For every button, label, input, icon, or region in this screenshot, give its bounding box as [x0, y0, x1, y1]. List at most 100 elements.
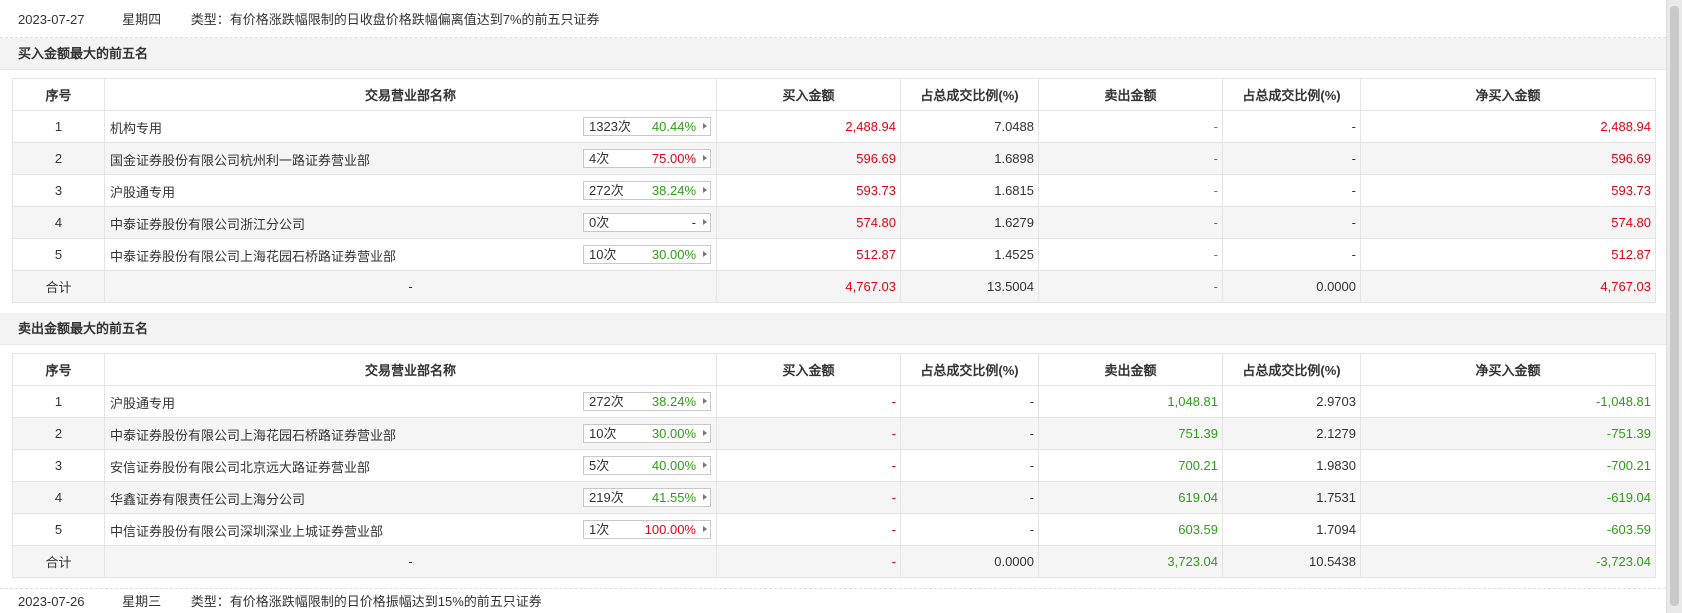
buy-amount: 2,488.94 [716, 110, 901, 143]
win-rate: 38.24% [651, 394, 696, 409]
sell-ratio: 1.7094 [1222, 513, 1361, 546]
net-buy-amount: 512.87 [1360, 238, 1656, 271]
branch-stats-button[interactable]: 1次 100.00% [583, 520, 711, 539]
col-branch-name: 交易营业部名称 [104, 78, 717, 111]
branch-stats-button[interactable]: 272次 38.24% [583, 392, 711, 411]
branch-name[interactable]: 国金证券股份有限公司杭州利一路证券营业部 [110, 150, 370, 169]
sell-ratio: 2.1279 [1222, 417, 1361, 450]
branch-name[interactable]: 沪股通专用 [110, 182, 175, 201]
win-rate: 100.00% [644, 522, 696, 537]
buy-amount: - [716, 417, 901, 450]
total-buy-amount: - [716, 545, 901, 578]
win-rate: 38.24% [651, 183, 696, 198]
listing-count: 272次 [589, 183, 624, 198]
branch-cell: 安信证券股份有限公司北京远大路证券营业部 5次 40.00% [104, 449, 717, 482]
row-index: 3 [12, 449, 105, 482]
sell-ratio: - [1222, 110, 1361, 143]
listing-count: 0次 [589, 215, 610, 230]
branch-name[interactable]: 中信证券股份有限公司深圳深业上城证券营业部 [110, 521, 383, 540]
branch-stats-button[interactable]: 272次 38.24% [583, 181, 711, 200]
sell-ratio: - [1222, 238, 1361, 271]
sell-amount: 700.21 [1038, 449, 1223, 482]
branch-stats-button[interactable]: 5次 40.00% [583, 456, 711, 475]
table-row: 4 中泰证券股份有限公司浙江分公司 0次 -574.80 1.6279- -574.80 [12, 206, 1656, 239]
sell-ratio: - [1222, 174, 1361, 207]
buy-ratio: 7.0488 [900, 110, 1039, 143]
total-label: 合计 [12, 545, 105, 578]
buy-ratio: - [900, 417, 1039, 450]
row-index: 4 [12, 206, 105, 239]
buy-amount: - [716, 513, 901, 546]
branch-cell: 中泰证券股份有限公司浙江分公司 0次 - [104, 206, 717, 239]
date-header: 2023-07-27 星期四 类型：有价格涨跌幅限制的日收盘价格跌幅偏离值达到7… [0, 0, 1666, 38]
branch-stats-button[interactable]: 10次 30.00% [583, 424, 711, 443]
branch-cell: 中泰证券股份有限公司上海花园石桥路证券营业部 10次 30.00% [104, 238, 717, 271]
branch-name[interactable]: 沪股通专用 [110, 393, 175, 412]
row-index: 1 [12, 385, 105, 418]
net-buy-amount: -751.39 [1360, 417, 1656, 450]
branch-stats-button[interactable]: 0次 - [583, 213, 711, 232]
listing-count: 5次 [589, 458, 610, 473]
branch-name[interactable]: 安信证券股份有限公司北京远大路证券营业部 [110, 457, 370, 476]
total-row: 合计 -4,767.03 13.5004-0.0000 4,767.03 [12, 270, 1656, 303]
vertical-scrollbar[interactable] [1666, 0, 1682, 613]
chevron-right-icon [703, 251, 707, 257]
row-index: 2 [12, 142, 105, 175]
row-index: 5 [12, 238, 105, 271]
net-buy-amount: -603.59 [1360, 513, 1656, 546]
col-buy-amount: 买入金额 [716, 78, 901, 111]
listing-count: 1次 [589, 522, 610, 537]
net-buy-amount: 596.69 [1360, 142, 1656, 175]
row-index: 4 [12, 481, 105, 514]
listing-count: 10次 [589, 426, 617, 441]
net-buy-amount: 574.80 [1360, 206, 1656, 239]
table-row: 2 国金证券股份有限公司杭州利一路证券营业部 4次 75.00% 596.69 1.689… [12, 142, 1656, 175]
next-trade-date: 2023-07-26 [18, 594, 85, 609]
buy-amount: 596.69 [716, 142, 901, 175]
win-rate: 41.55% [651, 490, 696, 505]
sell-top5-table: 序号 交易营业部名称 买入金额 占总成交比例(%) 卖出金额 占总成交比例(%)… [12, 353, 1656, 578]
total-sell-amount: 3,723.04 [1038, 545, 1223, 578]
branch-stats-button[interactable]: 10次 30.00% [583, 245, 711, 264]
table-header-row: 序号 交易营业部名称 买入金额 占总成交比例(%) 卖出金额 占总成交比例(%)… [12, 353, 1656, 386]
table-row: 3 安信证券股份有限公司北京远大路证券营业部 5次 40.00% - -700.21 1.9… [12, 449, 1656, 482]
branch-stats-button[interactable]: 1323次 40.44% [583, 117, 711, 136]
branch-cell: 沪股通专用 272次 38.24% [104, 385, 717, 418]
total-net-buy: -3,723.04 [1360, 545, 1656, 578]
win-rate: 40.44% [651, 119, 696, 134]
branch-name[interactable]: 中泰证券股份有限公司上海花园石桥路证券营业部 [110, 425, 396, 444]
buy-amount: - [716, 449, 901, 482]
sell-amount: - [1038, 238, 1223, 271]
sell-amount: - [1038, 110, 1223, 143]
branch-name[interactable]: 机构专用 [110, 118, 162, 137]
win-rate: 40.00% [651, 458, 696, 473]
scrollbar-thumb[interactable] [1670, 6, 1679, 606]
sell-amount: - [1038, 142, 1223, 175]
table-row: 1 机构专用 1323次 40.44% 2,488.94 7.0488- -2,488.94 [12, 110, 1656, 143]
col-buy-ratio: 占总成交比例(%) [900, 78, 1039, 111]
net-buy-amount: -700.21 [1360, 449, 1656, 482]
branch-name[interactable]: 华鑫证券有限责任公司上海分公司 [110, 489, 305, 508]
chevron-right-icon [703, 187, 707, 193]
branch-cell: 中信证券股份有限公司深圳深业上城证券营业部 1次 100.00% [104, 513, 717, 546]
win-rate: 30.00% [651, 247, 696, 262]
page: 2023-07-27 星期四 类型：有价格涨跌幅限制的日收盘价格跌幅偏离值达到7… [0, 0, 1666, 613]
branch-name[interactable]: 中泰证券股份有限公司浙江分公司 [110, 214, 305, 233]
net-buy-amount: -1,048.81 [1360, 385, 1656, 418]
next-list-type-label: 类型：有价格涨跌幅限制的日价格振幅达到15%的前五只证券 [190, 594, 542, 609]
branch-cell: 华鑫证券有限责任公司上海分公司 219次 41.55% [104, 481, 717, 514]
net-buy-amount: 593.73 [1360, 174, 1656, 207]
table-row: 1 沪股通专用 272次 38.24% - -1,048.81 2.9703 -1,048.8… [12, 385, 1656, 418]
table-header-row: 序号 交易营业部名称 买入金额 占总成交比例(%) 卖出金额 占总成交比例(%)… [12, 78, 1656, 111]
branch-name[interactable]: 中泰证券股份有限公司上海花园石桥路证券营业部 [110, 246, 396, 265]
listing-count: 1323次 [589, 119, 631, 134]
branch-stats-button[interactable]: 4次 75.00% [583, 149, 711, 168]
table-row: 5 中信证券股份有限公司深圳深业上城证券营业部 1次 100.00% - -603.59 1… [12, 513, 1656, 546]
branch-stats-button[interactable]: 219次 41.55% [583, 488, 711, 507]
sell-amount: - [1038, 206, 1223, 239]
sell-section-title: 卖出金额最大的前五名 [0, 313, 1666, 345]
buy-amount: 574.80 [716, 206, 901, 239]
row-index: 5 [12, 513, 105, 546]
win-rate: 30.00% [651, 426, 696, 441]
col-net-buy: 净买入金额 [1360, 78, 1656, 111]
